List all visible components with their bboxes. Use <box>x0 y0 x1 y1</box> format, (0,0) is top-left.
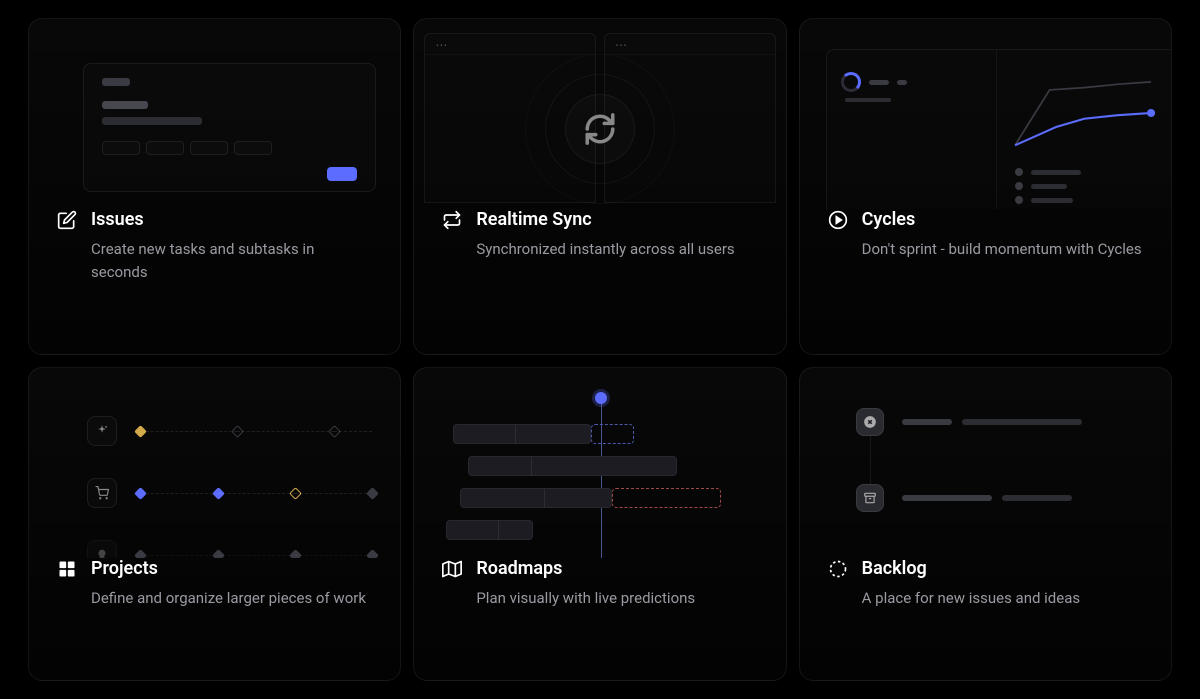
play-circle-icon <box>828 210 848 230</box>
map-icon <box>442 559 462 579</box>
archive-icon <box>856 484 884 512</box>
sync-illustration <box>414 19 785 209</box>
card-backlog[interactable]: Backlog A place for new issues and ideas <box>799 367 1172 681</box>
feature-grid: Issues Create new tasks and subtasks in … <box>28 18 1172 681</box>
card-title: Roadmaps <box>476 558 562 579</box>
card-desc: Create new tasks and subtasks in seconds <box>57 238 372 285</box>
primary-button-chip <box>327 167 357 181</box>
card-title: Realtime Sync <box>476 209 591 230</box>
bulb-icon <box>87 540 117 558</box>
edit-icon <box>57 210 77 230</box>
projects-illustration <box>29 368 400 558</box>
cycles-illustration <box>800 19 1171 209</box>
issues-illustration <box>29 19 400 209</box>
card-projects[interactable]: Projects Define and organize larger piec… <box>28 367 401 681</box>
sync-arrows-icon <box>442 210 462 230</box>
card-title: Issues <box>91 209 144 230</box>
cart-icon <box>87 478 117 508</box>
card-cycles[interactable]: Cycles Don't sprint - build momentum wit… <box>799 18 1172 355</box>
roadmaps-illustration <box>414 368 785 558</box>
backlog-illustration <box>800 368 1171 558</box>
card-issues[interactable]: Issues Create new tasks and subtasks in … <box>28 18 401 355</box>
card-title: Cycles <box>862 209 916 230</box>
sync-icon <box>583 112 617 146</box>
card-desc: Define and organize larger pieces of wor… <box>57 587 372 610</box>
card-desc: Plan visually with live predictions <box>442 587 757 610</box>
card-desc: A place for new issues and ideas <box>828 587 1143 610</box>
sparkle-icon <box>87 416 117 446</box>
card-roadmaps[interactable]: Roadmaps Plan visually with live predict… <box>413 367 786 681</box>
dashed-circle-icon <box>828 559 848 579</box>
card-title: Projects <box>91 558 158 579</box>
card-desc: Synchronized instantly across all users <box>442 238 757 261</box>
grid-icon <box>57 559 77 579</box>
card-title: Backlog <box>862 558 927 579</box>
card-desc: Don't sprint - build momentum with Cycle… <box>828 238 1143 261</box>
close-circle-icon <box>856 408 884 436</box>
card-realtime-sync[interactable]: Realtime Sync Synchronized instantly acr… <box>413 18 786 355</box>
